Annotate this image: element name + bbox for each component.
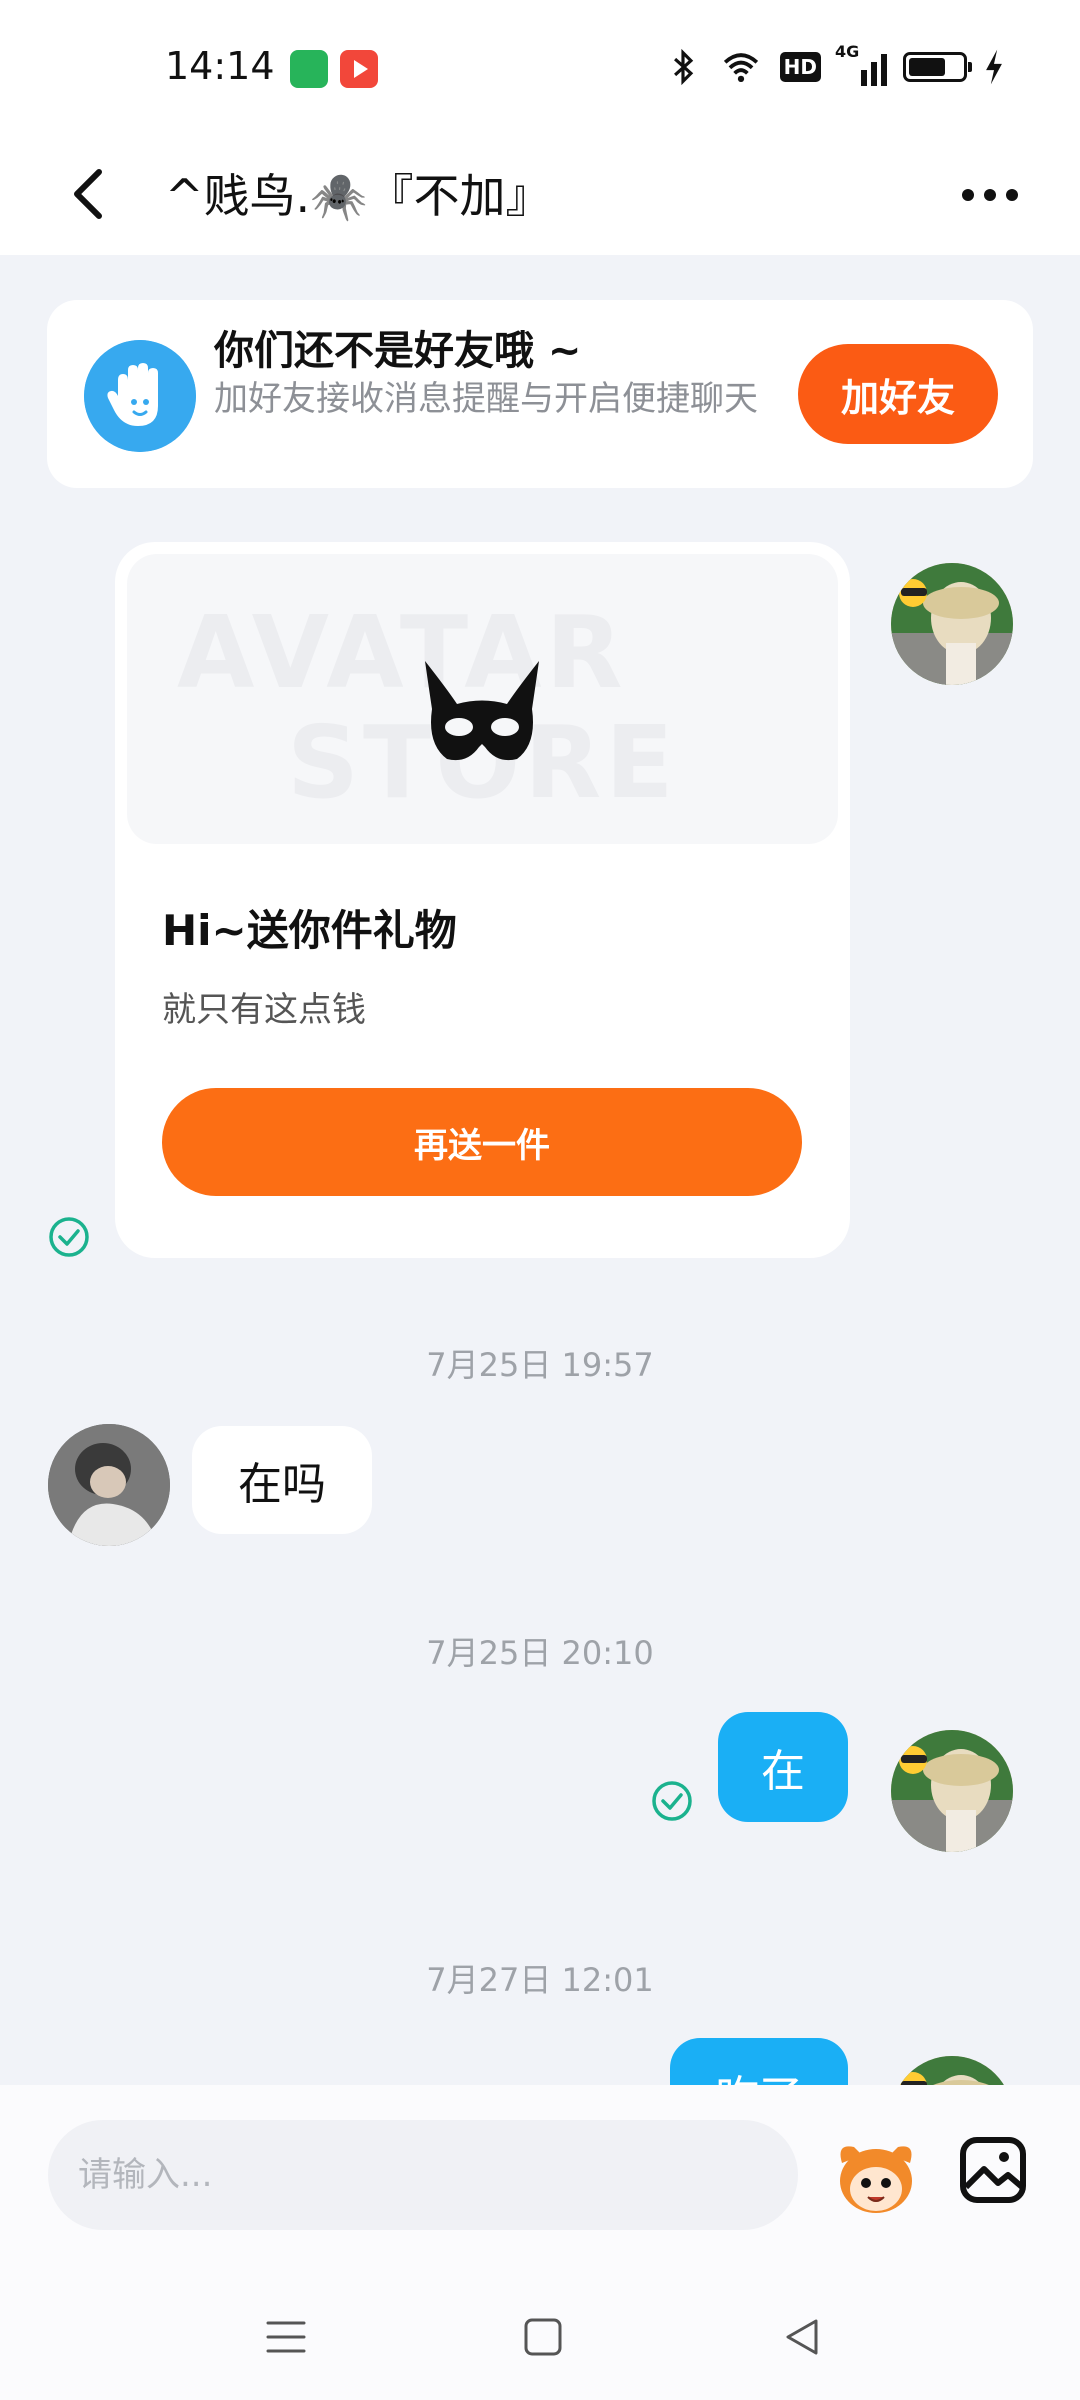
add-friend-button[interactable]: 加好友 <box>798 344 998 444</box>
wave-hand-icon <box>84 340 196 452</box>
image-picker-button[interactable] <box>958 2135 1028 2205</box>
gift-title: Hi~送你件礼物 <box>162 906 457 955</box>
video-app-notification-icon <box>340 50 378 88</box>
gift-card[interactable]: AVATAR STORE Hi~送你件礼物 就只有这点钱 再送一件 <box>115 542 850 1258</box>
not-friend-banner: 你们还不是好友哦 ~ 加好友接收消息提醒与开启便捷聊天 加好友 <box>47 300 1033 488</box>
gift-subtitle: 就只有这点钱 <box>162 990 366 1030</box>
gift-image: AVATAR STORE <box>127 554 838 844</box>
send-again-button[interactable]: 再送一件 <box>162 1088 802 1196</box>
avatar-photo <box>891 563 1013 685</box>
read-check-icon <box>49 1217 89 1257</box>
chat-header: ^贱鸟.🕷️『不加』 <box>0 130 1080 255</box>
back-button[interactable] <box>55 154 135 234</box>
menu-nav-icon[interactable] <box>264 2315 308 2359</box>
message-timestamp: 7月27日 12:01 <box>426 1961 654 1999</box>
emoji-mascot-button[interactable] <box>832 2133 920 2221</box>
composer-bar <box>0 2085 1080 2400</box>
message-input[interactable] <box>48 2120 798 2230</box>
chat-title: ^贱鸟.🕷️『不加』 <box>165 169 552 223</box>
more-options-button[interactable] <box>950 165 1030 225</box>
my-avatar[interactable] <box>891 1730 1013 1852</box>
wifi-icon <box>723 53 758 83</box>
status-bar: 14:14 HD 4G <box>0 0 1080 130</box>
back-nav-icon[interactable] <box>780 2315 824 2359</box>
bluetooth-icon <box>673 48 693 86</box>
incoming-message-bubble[interactable]: 在吗 <box>192 1426 372 1534</box>
outgoing-message-bubble[interactable]: 在 <box>718 1712 848 1822</box>
contact-avatar[interactable] <box>48 1424 170 1546</box>
my-avatar[interactable] <box>891 563 1013 685</box>
charging-icon <box>986 49 1002 85</box>
app-notification-icon <box>290 50 328 88</box>
avatar-photo <box>891 1730 1013 1852</box>
home-nav-icon[interactable] <box>521 2315 565 2359</box>
battery-icon <box>903 52 972 82</box>
not-friend-title: 你们还不是好友哦 ~ <box>214 328 582 374</box>
network-type-label: 4G <box>835 42 860 61</box>
message-timestamp: 7月25日 19:57 <box>426 1346 654 1384</box>
status-time: 14:14 <box>165 44 275 88</box>
avatar-photo <box>48 1424 170 1546</box>
signal-icon: 4G <box>835 42 887 86</box>
message-timestamp: 7月25日 20:10 <box>426 1634 654 1672</box>
system-navigation-bar <box>0 2285 1080 2385</box>
masquerade-mask-icon <box>425 661 539 761</box>
watermark-text: AVATAR <box>177 594 627 711</box>
status-icons: HD 4G <box>664 42 1005 86</box>
not-friend-subtitle: 加好友接收消息提醒与开启便捷聊天 <box>214 379 758 419</box>
read-check-icon <box>652 1781 692 1821</box>
hd-icon: HD <box>779 52 821 82</box>
